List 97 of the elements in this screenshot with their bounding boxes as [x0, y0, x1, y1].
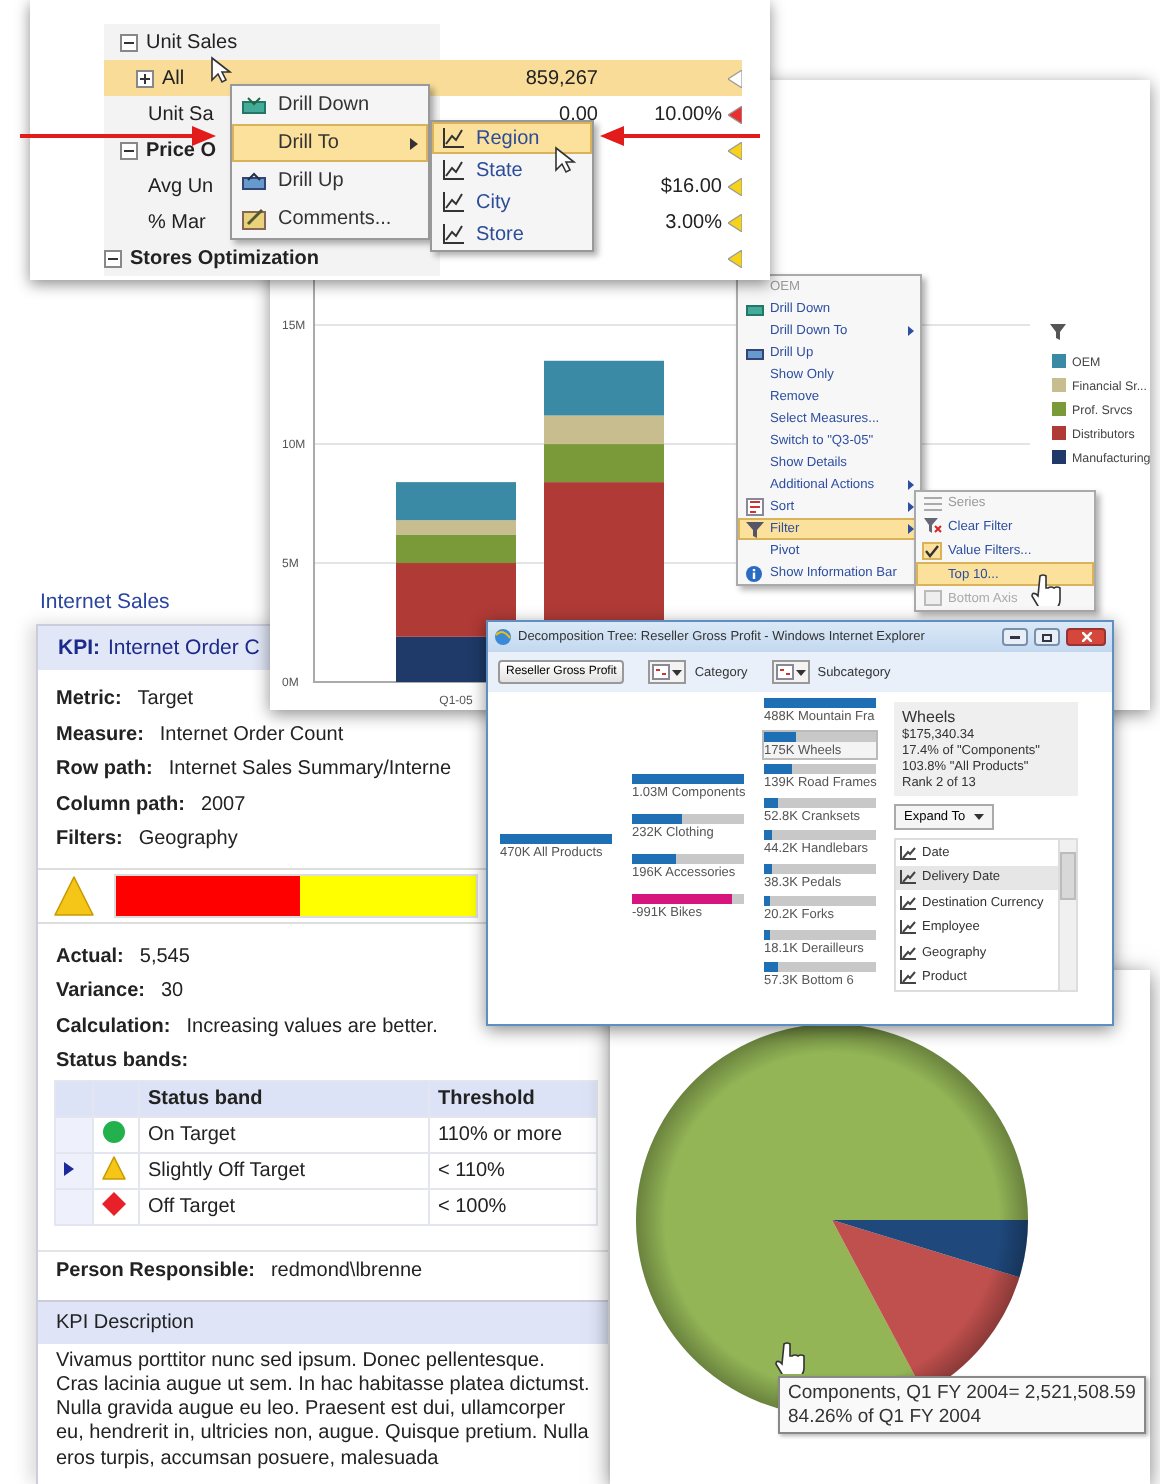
table-cell: $16.00	[660, 175, 722, 197]
section-label: Status bands:	[56, 1050, 189, 1073]
heading-label: KPI:	[58, 636, 100, 660]
field-label: Person Responsible:	[56, 1260, 255, 1282]
row-label: Unit Sa	[148, 103, 214, 125]
info-icon	[746, 565, 762, 581]
field-value: 30	[160, 980, 184, 1003]
tray-icon	[242, 172, 266, 190]
maximize-button[interactable]	[1034, 628, 1060, 646]
field-value: Internet Order Count	[159, 723, 344, 746]
caret-icon	[908, 326, 914, 336]
field-value: redmond\lbrenne	[270, 1260, 423, 1282]
field-value: Internet Sales Summary/Interne	[168, 758, 452, 781]
table-cell: On Target	[139, 1116, 429, 1152]
menu-item[interactable]: Comments...	[232, 200, 428, 238]
menu-item[interactable]: Drill To	[232, 124, 428, 162]
close-icon	[1081, 632, 1091, 642]
tooltip-line: Components, Q1 FY 2004= 2,521,508.59	[788, 1382, 1136, 1404]
section-heading: KPI Description	[56, 1311, 194, 1333]
table-cell: 0.00	[559, 103, 598, 125]
tray-icon	[745, 302, 763, 316]
minimize-icon	[1010, 635, 1020, 639]
field-label: Measure:	[56, 723, 144, 746]
field-value: 5,545	[139, 945, 190, 968]
menu-item[interactable]: Region	[432, 122, 592, 154]
hierarchy-icon	[775, 664, 794, 680]
filter-icon	[745, 521, 763, 537]
field-label: Variance:	[56, 980, 145, 1003]
hand-cursor-icon	[1030, 574, 1062, 606]
table-cell: 859,267	[525, 67, 598, 89]
kpi-title: Internet Order C	[108, 636, 260, 660]
row-label: Stores Optimization	[130, 247, 319, 269]
menu-item[interactable]: Drill Up	[232, 162, 428, 200]
table-cell: 3.00%	[665, 211, 722, 233]
field-label: Calculation:	[56, 1015, 171, 1038]
cursor-arrow-icon	[554, 146, 576, 174]
sort-icon	[745, 498, 763, 516]
axis-icon	[923, 590, 941, 606]
field-label: Row path:	[56, 758, 153, 781]
table-cell: 10.00%	[654, 103, 722, 125]
caret-icon	[973, 814, 984, 820]
list-icon	[923, 495, 941, 511]
menu-item[interactable]: State	[432, 154, 592, 186]
browser-icon	[494, 628, 512, 646]
row-label: Avg Un	[148, 175, 214, 197]
row-label: % Mar	[148, 211, 206, 233]
line-chart-icon	[900, 945, 916, 960]
field-label: Column path:	[56, 793, 185, 816]
field-label: Metric:	[56, 688, 122, 711]
row-label: Unit Sales	[146, 31, 238, 53]
caret-icon	[795, 669, 806, 675]
close-button[interactable]	[1066, 628, 1106, 646]
table-cell: < 100%	[429, 1188, 597, 1224]
details-title: Wheels	[902, 708, 958, 726]
hierarchy-icon	[652, 664, 671, 680]
hierarchy-dropdown[interactable]	[648, 660, 687, 684]
table-cell: < 110%	[429, 1152, 597, 1188]
tray-icon	[745, 346, 763, 360]
scrollbar[interactable]	[1058, 840, 1076, 990]
breadcrumb-link[interactable]: Internet Sales	[40, 590, 170, 614]
row-label: All	[162, 67, 185, 89]
line-chart-icon	[900, 895, 916, 910]
line-chart-icon	[900, 920, 916, 935]
field-value: Geography	[138, 828, 238, 851]
field-label: Filters:	[56, 828, 123, 851]
maximize-icon	[1042, 633, 1052, 641]
description-text: Vivamus porttitor nunc sed ipsum. Donec pellentesque. Cras lacinia augue ut sem. In hac habitasse platea dictumst. Nulla gravida augue eu leo. Praesent est dui, ullamcorper eu, hendrerit in, ultricies non, augue. Quisque pretium. Nulla eros turpis, accumsan posuere, malesuada	[54, 1347, 592, 1472]
menu-item[interactable]: City	[432, 186, 592, 218]
filter-icon[interactable]	[1050, 324, 1066, 340]
tooltip-line: 84.26% of Q1 FY 2004	[788, 1406, 983, 1428]
line-chart-icon	[900, 870, 916, 885]
field-value: Target	[137, 688, 194, 711]
menu-item[interactable]: Drill Down	[232, 86, 428, 124]
minimize-button[interactable]	[1002, 628, 1028, 646]
table-cell: Slightly Off Target	[139, 1152, 429, 1188]
caret-icon	[672, 669, 683, 675]
tray-icon	[242, 96, 266, 114]
row-label: Price O	[146, 139, 217, 161]
menu-item[interactable]: Store	[432, 218, 592, 250]
clear-filter-icon	[923, 518, 941, 534]
caret-icon	[410, 137, 418, 149]
field-value: Increasing values are better.	[186, 1015, 438, 1038]
note-icon	[242, 208, 266, 230]
table-cell: Off Target	[139, 1188, 429, 1224]
line-chart-icon	[900, 845, 916, 860]
hierarchy-dropdown[interactable]	[771, 660, 810, 684]
column-header: Status band	[139, 1080, 429, 1116]
caret-icon	[908, 480, 914, 490]
line-chart-icon	[442, 160, 464, 180]
column-header: Threshold	[429, 1080, 597, 1116]
line-chart-icon	[442, 192, 464, 212]
field-label: Actual:	[56, 945, 124, 968]
field-value: 2007	[200, 793, 246, 816]
line-chart-icon	[442, 224, 464, 244]
table-cell: 110% or more	[429, 1116, 597, 1152]
line-chart-icon	[900, 970, 916, 985]
line-chart-icon	[442, 128, 464, 148]
